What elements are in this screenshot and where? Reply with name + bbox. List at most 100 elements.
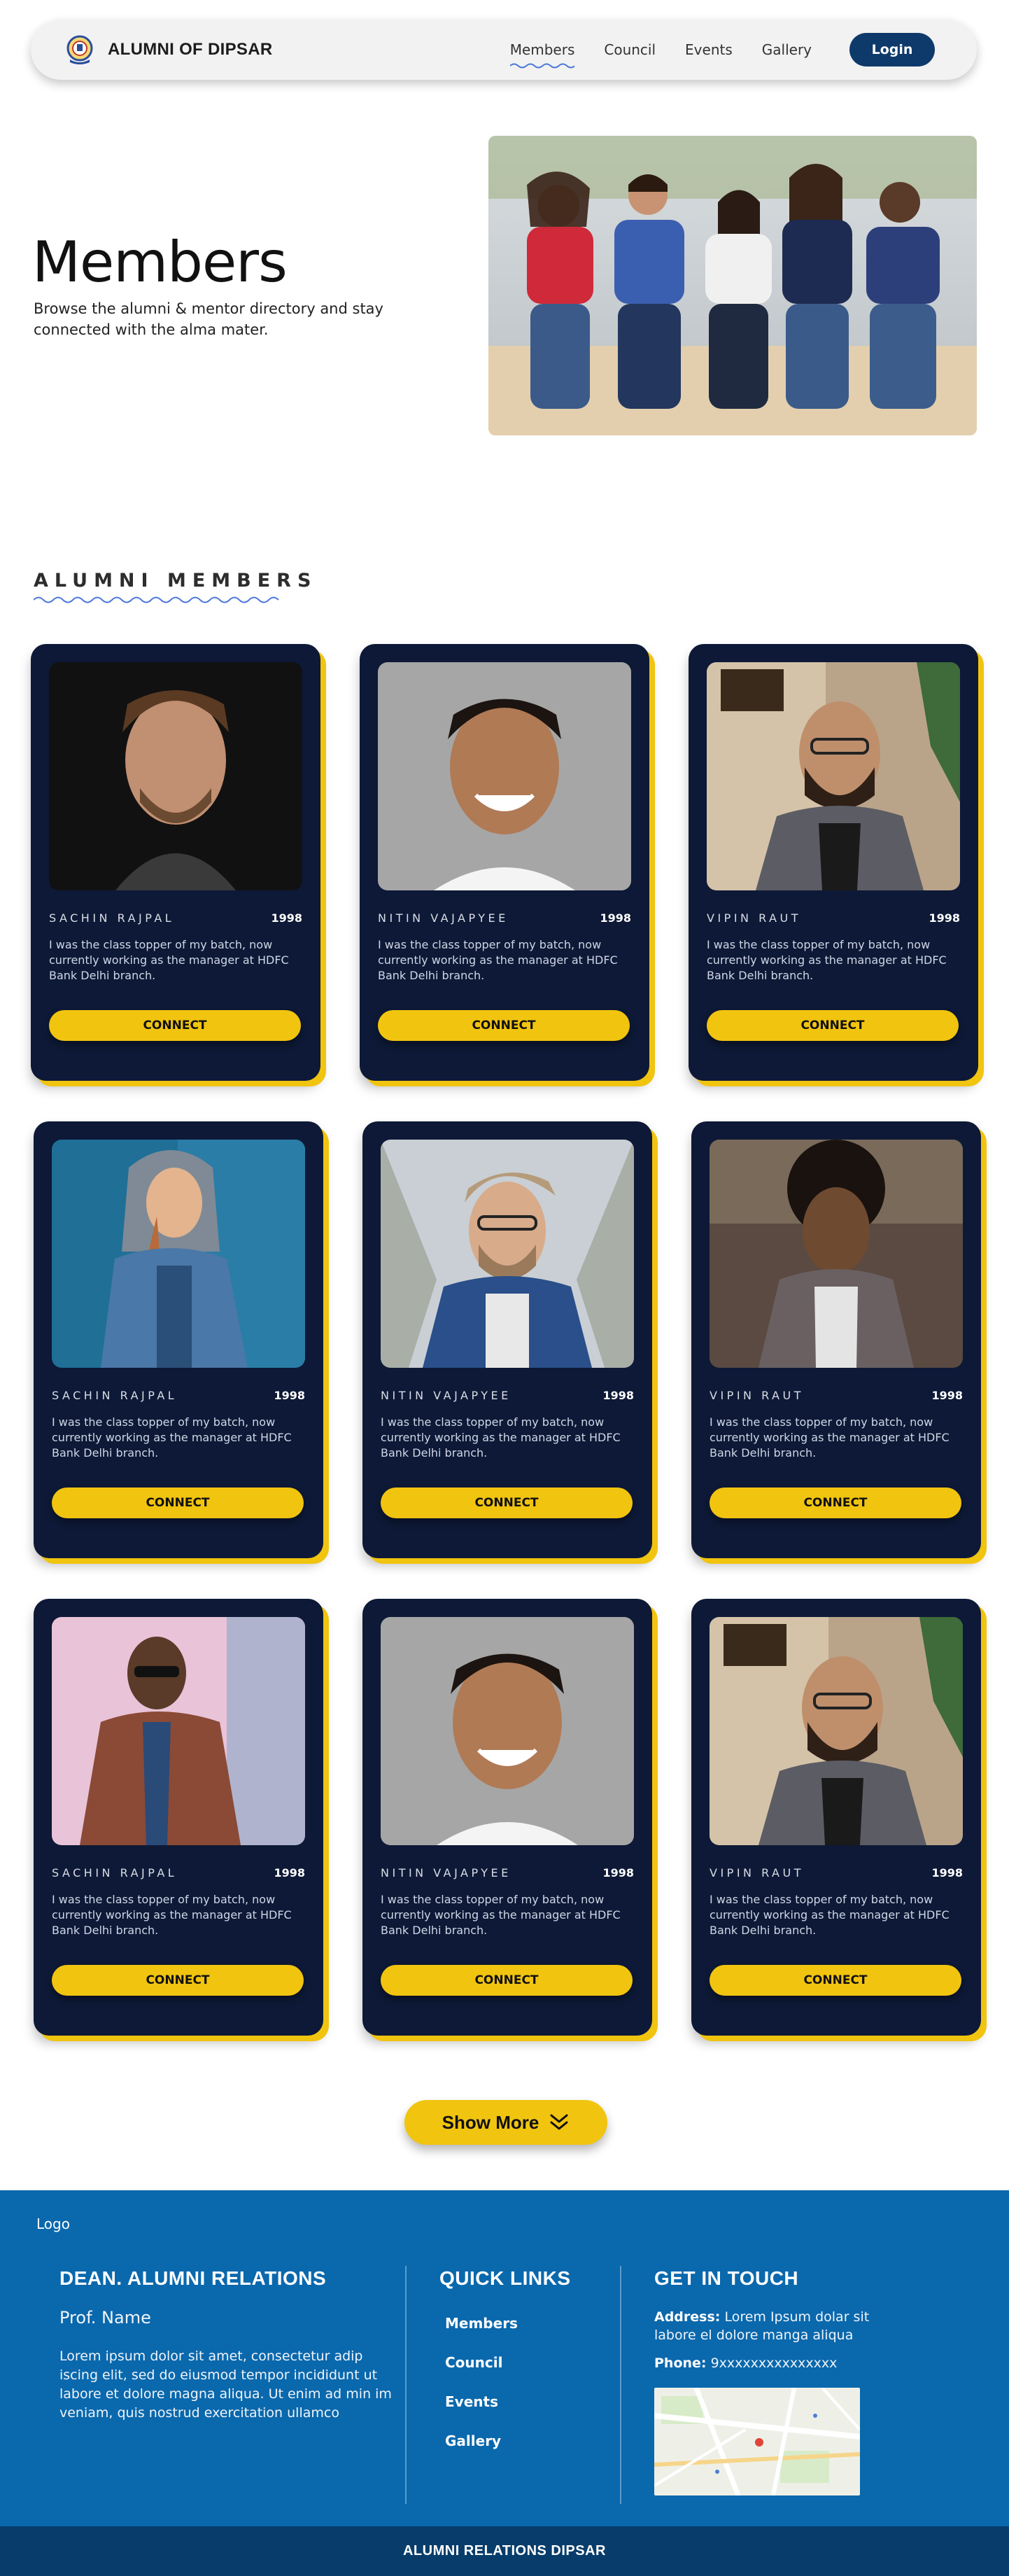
member-year: 1998 <box>600 911 631 925</box>
footer-link-council[interactable]: Council <box>445 2354 571 2371</box>
member-photo <box>378 662 631 890</box>
member-description: I was the class topper of my batch, now … <box>381 1893 621 1937</box>
footer-link-members[interactable]: Members <box>445 2315 571 2332</box>
active-underline-wave <box>509 63 575 69</box>
member-meta: VIPIN RAUT 1998 <box>710 1389 963 1402</box>
member-card: NITIN VAJAPYEE 1998 I was the class topp… <box>362 1599 652 2036</box>
member-card: SACHIN RAJPAL 1998 I was the class toppe… <box>31 644 320 1081</box>
connect-button[interactable]: CONNECT <box>707 1010 959 1041</box>
contact-phone: Phone: 9xxxxxxxxxxxxxxx <box>654 2354 885 2372</box>
quick-links-title: QUICK LINKS <box>439 2267 571 2289</box>
login-button[interactable]: Login <box>849 33 935 66</box>
member-year: 1998 <box>602 1866 634 1879</box>
member-description: I was the class topper of my batch, now … <box>710 1415 950 1460</box>
member-photo <box>710 1617 963 1845</box>
member-photo <box>52 1140 305 1368</box>
section-title-underline-wave <box>34 596 279 603</box>
connect-button[interactable]: CONNECT <box>52 1488 304 1518</box>
member-meta: NITIN VAJAPYEE 1998 <box>381 1389 634 1402</box>
address-label: Address: <box>654 2309 721 2325</box>
footer-link-events[interactable]: Events <box>445 2393 571 2410</box>
show-more-label: Show More <box>442 2111 539 2133</box>
college-emblem-icon <box>66 34 94 65</box>
connect-button[interactable]: CONNECT <box>49 1010 301 1041</box>
dean-description: Lorem ipsum dolor sit amet, consectetur … <box>59 2348 392 2421</box>
footer-link-gallery[interactable]: Gallery <box>445 2432 571 2449</box>
navbar: ALUMNI OF DIPSAR Members Council Events … <box>31 20 977 80</box>
member-name: NITIN VAJAPYEE <box>378 911 509 925</box>
member-name: VIPIN RAUT <box>707 911 801 925</box>
member-year: 1998 <box>274 1389 305 1402</box>
member-name: NITIN VAJAPYEE <box>381 1866 511 1879</box>
member-year: 1998 <box>602 1389 634 1402</box>
member-description: I was the class topper of my batch, now … <box>707 938 947 982</box>
double-chevron-down-icon <box>550 2114 568 2130</box>
member-description: I was the class topper of my batch, now … <box>52 1415 292 1460</box>
member-name: VIPIN RAUT <box>710 1389 804 1402</box>
nav-links: Members Council Events Gallery Login <box>509 33 935 69</box>
member-name: SACHIN RAJPAL <box>52 1866 178 1879</box>
member-name: SACHIN RAJPAL <box>52 1389 178 1402</box>
connect-button[interactable]: CONNECT <box>710 1488 961 1518</box>
member-meta: SACHIN RAJPAL 1998 <box>49 911 302 925</box>
member-description: I was the class topper of my batch, now … <box>381 1415 621 1460</box>
footer: Logo DEAN. ALUMNI RELATIONS Prof. Name L… <box>0 2190 1009 2526</box>
phone-label: Phone: <box>654 2356 707 2371</box>
show-more-button[interactable]: Show More <box>404 2100 607 2145</box>
footer-logo: Logo <box>36 2216 70 2232</box>
nav-link-label: Members <box>509 41 575 58</box>
member-photo <box>710 1140 963 1368</box>
dean-title: DEAN. ALUMNI RELATIONS <box>59 2267 327 2289</box>
member-year: 1998 <box>931 1866 963 1879</box>
member-card: VIPIN RAUT 1998 I was the class topper o… <box>689 644 978 1081</box>
member-meta: SACHIN RAJPAL 1998 <box>52 1389 305 1402</box>
footer-divider <box>620 2266 621 2504</box>
member-photo <box>49 662 302 890</box>
contact-address: Address: Lorem Ipsum dolar sit labore el… <box>654 2308 885 2344</box>
dean-name: Prof. Name <box>59 2308 151 2328</box>
member-year: 1998 <box>274 1866 305 1879</box>
location-map[interactable] <box>654 2388 860 2496</box>
member-meta: SACHIN RAJPAL 1998 <box>52 1866 305 1879</box>
footer-contact-column: GET IN TOUCH Address: Lorem Ipsum dolar … <box>654 2267 885 2496</box>
footer-bottom-bar: ALUMNI RELATIONS DIPSAR <box>0 2526 1009 2576</box>
member-meta: VIPIN RAUT 1998 <box>710 1866 963 1879</box>
member-year: 1998 <box>271 911 302 925</box>
member-meta: VIPIN RAUT 1998 <box>707 911 960 925</box>
connect-button[interactable]: CONNECT <box>381 1488 633 1518</box>
section-title: ALUMNI MEMBERS <box>34 570 318 592</box>
footer-divider <box>405 2266 407 2504</box>
member-description: I was the class topper of my batch, now … <box>710 1893 950 1937</box>
connect-button[interactable]: CONNECT <box>710 1965 961 1996</box>
member-photo <box>381 1140 634 1368</box>
nav-link-council[interactable]: Council <box>604 41 656 58</box>
nav-link-events[interactable]: Events <box>685 41 733 58</box>
connect-button[interactable]: CONNECT <box>381 1965 633 1996</box>
contact-title: GET IN TOUCH <box>654 2267 799 2289</box>
member-card: VIPIN RAUT 1998 I was the class topper o… <box>691 1599 981 2036</box>
member-card: VIPIN RAUT 1998 I was the class topper o… <box>691 1121 981 1558</box>
connect-button[interactable]: CONNECT <box>378 1010 630 1041</box>
nav-link-gallery[interactable]: Gallery <box>762 41 812 58</box>
member-name: VIPIN RAUT <box>710 1866 804 1879</box>
footer-quick-links-column: QUICK LINKS Members Council Events Galle… <box>439 2267 571 2449</box>
member-year: 1998 <box>929 911 960 925</box>
footer-bottom-text: ALUMNI RELATIONS DIPSAR <box>402 2543 606 2558</box>
member-description: I was the class topper of my batch, now … <box>49 938 289 982</box>
member-card: NITIN VAJAPYEE 1998 I was the class topp… <box>360 644 649 1081</box>
nav-link-members[interactable]: Members <box>509 41 575 69</box>
member-description: I was the class topper of my batch, now … <box>52 1893 292 1937</box>
member-photo <box>381 1617 634 1845</box>
connect-button[interactable]: CONNECT <box>52 1965 304 1996</box>
brand-name: ALUMNI OF DIPSAR <box>108 40 273 59</box>
member-photo <box>52 1617 305 1845</box>
hero-description: Browse the alumni & mentor directory and… <box>34 300 383 338</box>
brand[interactable]: ALUMNI OF DIPSAR <box>66 34 272 65</box>
hero-group-photo <box>488 136 977 435</box>
member-card: NITIN VAJAPYEE 1998 I was the class topp… <box>362 1121 652 1558</box>
member-meta: NITIN VAJAPYEE 1998 <box>378 911 631 925</box>
member-meta: NITIN VAJAPYEE 1998 <box>381 1866 634 1879</box>
member-description: I was the class topper of my batch, now … <box>378 938 618 982</box>
member-name: NITIN VAJAPYEE <box>381 1389 511 1402</box>
member-name: SACHIN RAJPAL <box>49 911 175 925</box>
